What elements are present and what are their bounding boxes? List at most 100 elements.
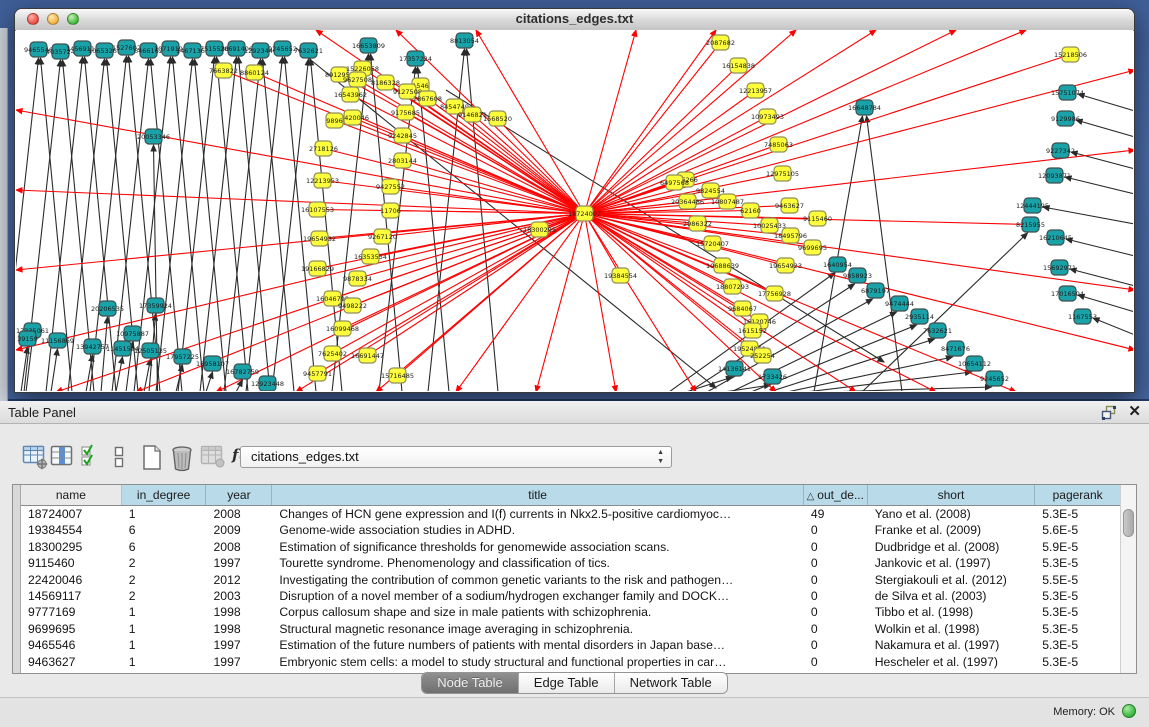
graph-node[interactable]: 10688639 bbox=[706, 258, 739, 273]
graph-node[interactable]: 9896 bbox=[326, 113, 343, 128]
graph-node[interactable]: 9129986 bbox=[1051, 111, 1080, 126]
graph-node[interactable]: 9427552 bbox=[376, 179, 405, 194]
graph-node[interactable]: 9463627 bbox=[775, 198, 804, 213]
show-columns-icon[interactable] bbox=[50, 444, 74, 468]
column-header-short[interactable]: short bbox=[868, 485, 1036, 505]
graph-node[interactable]: 15692971 bbox=[1043, 260, 1076, 275]
graph-node[interactable]: 9699695 bbox=[798, 240, 827, 255]
table-row[interactable]: 977716911998Corpus callosum shape and si… bbox=[21, 604, 1121, 620]
graph-node[interactable]: 2935114 bbox=[905, 309, 934, 324]
graph-node[interactable]: 10973493 bbox=[751, 109, 784, 124]
graph-node[interactable]: 39159 bbox=[17, 331, 38, 346]
table-row[interactable]: 1456911722003Disruption of a novel membe… bbox=[21, 588, 1121, 604]
graph-node[interactable]: 1733426 bbox=[758, 369, 787, 384]
close-panel-icon[interactable]: ✕ bbox=[1128, 404, 1141, 420]
network-window-titlebar[interactable]: citations_edges.txt bbox=[15, 9, 1134, 31]
graph-node[interactable]: 1167553 bbox=[1068, 309, 1097, 324]
graph-node[interactable]: 19654932 bbox=[303, 231, 336, 246]
graph-node[interactable]: 20053346 bbox=[137, 129, 170, 144]
vertical-scrollbar[interactable] bbox=[1120, 485, 1136, 673]
column-header-title[interactable]: title bbox=[272, 485, 804, 505]
table-selector-dropdown[interactable]: citations_edges.txt ▲▼ bbox=[240, 446, 672, 468]
graph-node[interactable]: 14136141 bbox=[718, 361, 751, 376]
table-row[interactable]: 946554611997Estimation of the future num… bbox=[21, 637, 1121, 653]
graph-node[interactable]: 9878334 bbox=[343, 271, 372, 286]
column-header-in_degree[interactable]: in_degree bbox=[122, 485, 207, 505]
graph-node[interactable]: 19384554 bbox=[604, 268, 637, 283]
network-window[interactable]: citations_edges.txt 18724007183002957663… bbox=[14, 8, 1135, 393]
graph-node[interactable]: 20206535 bbox=[91, 301, 124, 316]
graph-node[interactable]: 7632621 bbox=[294, 43, 323, 58]
graph-node[interactable]: 9245652 bbox=[980, 371, 1009, 386]
graph-node[interactable]: 9684067 bbox=[728, 301, 757, 316]
graph-node[interactable]: 16653809 bbox=[352, 38, 385, 53]
graph-node[interactable]: 11156869 bbox=[41, 333, 74, 348]
cell-out_degree: 0 bbox=[804, 604, 868, 620]
graph-node[interactable]: 15751074 bbox=[1051, 85, 1084, 100]
delete-column-icon[interactable] bbox=[170, 444, 194, 472]
graph-node[interactable]: 10975887 bbox=[116, 326, 149, 341]
graph-node[interactable]: 252254 bbox=[750, 348, 775, 363]
tab-network-table[interactable]: Network Table bbox=[615, 673, 727, 693]
table-row[interactable]: 1872400712008Changes of HCN gene express… bbox=[21, 506, 1121, 522]
graph-node[interactable]: 9457791 bbox=[303, 366, 332, 381]
graph-node[interactable]: 17357224 bbox=[399, 51, 432, 66]
float-panel-icon[interactable] bbox=[1101, 405, 1118, 420]
graph-node[interactable]: 7485063 bbox=[764, 137, 793, 152]
graph-node[interactable]: 62160 bbox=[740, 203, 761, 218]
graph-node[interactable]: 7632621 bbox=[923, 323, 952, 338]
graph-node[interactable]: 9858923 bbox=[843, 268, 872, 283]
select-columns-icon[interactable] bbox=[80, 444, 102, 468]
graph-node[interactable]: 12975105 bbox=[766, 166, 799, 181]
graph-node[interactable]: 16782759 bbox=[226, 364, 259, 379]
graph-node[interactable]: 12923448 bbox=[251, 376, 284, 391]
scrollbar-thumb[interactable] bbox=[1123, 509, 1134, 537]
graph-node[interactable]: 8471676 bbox=[941, 341, 970, 356]
table-row[interactable]: 946362711997Embryonic stem cells: a mode… bbox=[21, 654, 1121, 670]
table-row[interactable]: 2242004622012Investigating the contribut… bbox=[21, 572, 1121, 588]
graph-node[interactable]: 1640954 bbox=[823, 257, 852, 272]
graph-node[interactable]: 15716485 bbox=[381, 368, 414, 383]
table-row[interactable]: 969969511998Structural magnetic resonanc… bbox=[21, 621, 1121, 637]
toggle-rows-icon[interactable] bbox=[112, 444, 126, 470]
graph-node[interactable]: 20364486 bbox=[671, 194, 704, 209]
graph-node[interactable]: 16154838 bbox=[722, 58, 755, 73]
graph-node[interactable]: 8813054 bbox=[450, 33, 479, 48]
graph-node[interactable]: 17957225 bbox=[166, 349, 199, 364]
graph-node[interactable]: 8215955 bbox=[1016, 217, 1045, 232]
graph-node[interactable]: 16210645 bbox=[1039, 230, 1072, 245]
graph-node[interactable]: 11706 bbox=[380, 203, 401, 218]
graph-node[interactable]: 15218506 bbox=[1054, 47, 1087, 62]
column-header-name[interactable]: name bbox=[21, 485, 122, 505]
graph-node[interactable]: 12093871 bbox=[1038, 168, 1071, 183]
graph-node[interactable]: 10025433 bbox=[753, 218, 786, 233]
graph-node[interactable]: 12213953 bbox=[306, 173, 339, 188]
graph-node[interactable]: 6879197 bbox=[861, 283, 890, 298]
graph-node[interactable]: 1568520 bbox=[483, 111, 512, 126]
graph-node[interactable]: 10654112 bbox=[958, 356, 991, 371]
table-row[interactable]: 911546021997Tourette syndrome. Phenomeno… bbox=[21, 555, 1121, 571]
graph-node[interactable]: 19166829 bbox=[301, 261, 334, 276]
network-canvas[interactable]: 1872400718300295766382288601248912954152… bbox=[16, 30, 1133, 391]
graph-node[interactable]: 9227342 bbox=[1046, 143, 1075, 158]
graph-node[interactable]: 12444195 bbox=[1016, 198, 1049, 213]
column-header-pagerank[interactable]: pagerank bbox=[1035, 485, 1121, 505]
graph-node[interactable]: 17016504 bbox=[1051, 286, 1084, 301]
table-row[interactable]: 1938455462009Genome-wide association stu… bbox=[21, 522, 1121, 538]
graph-node[interactable]: 16107553 bbox=[301, 202, 334, 217]
graph-node[interactable]: 2718126 bbox=[309, 141, 338, 156]
graph-node[interactable]: 9115460 bbox=[803, 211, 832, 226]
graph-node[interactable]: 12213957 bbox=[739, 83, 772, 98]
tab-node-table[interactable]: Node Table bbox=[422, 673, 519, 693]
cell-short: Dudbridge et al. (2008) bbox=[868, 539, 1036, 555]
tab-edge-table[interactable]: Edge Table bbox=[519, 673, 615, 693]
cell-pagerank: 5.3E-5 bbox=[1035, 604, 1121, 620]
new-column-icon[interactable] bbox=[140, 444, 164, 472]
table-mode-icon[interactable] bbox=[22, 444, 49, 470]
graph-node[interactable]: 9242845 bbox=[388, 128, 417, 143]
column-header-year[interactable]: year bbox=[206, 485, 272, 505]
column-header-out_degree[interactable]: △out_de... bbox=[804, 485, 868, 505]
graph-node[interactable]: 9474444 bbox=[885, 296, 914, 311]
graph-node[interactable]: 16543962 bbox=[334, 87, 367, 102]
table-row[interactable]: 1830029562008Estimation of significance … bbox=[21, 539, 1121, 555]
